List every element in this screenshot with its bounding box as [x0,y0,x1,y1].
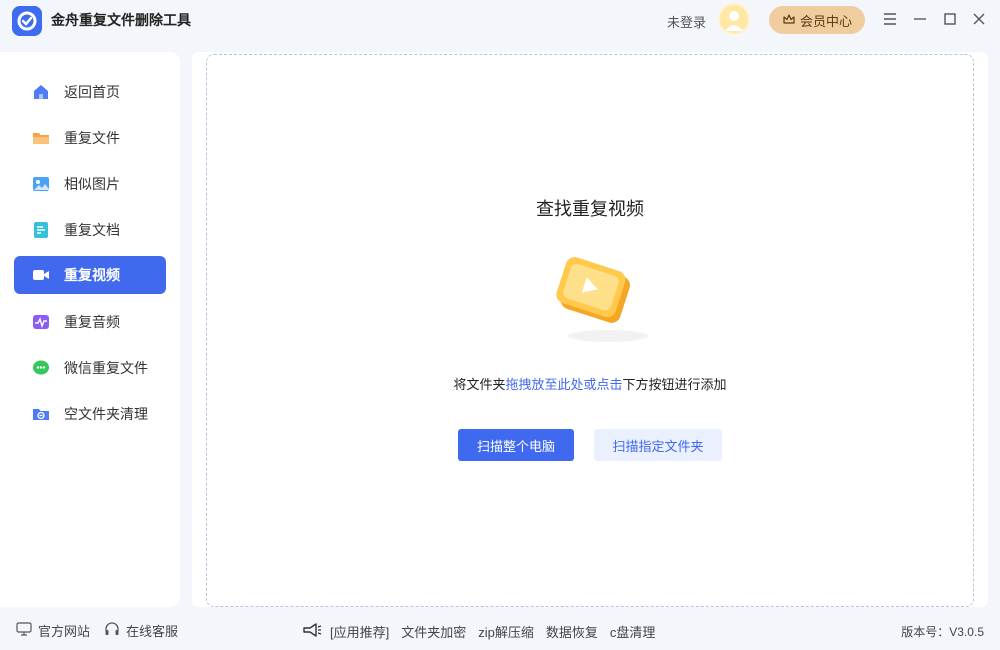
hint-prefix: 将文件夹 [453,377,506,392]
sidebar: 返回首页 重复文件 相似图片 重复文档 重复视频 重复音频 微信重复文件 空文件… [0,52,180,607]
close-icon[interactable] [970,10,988,28]
document-icon [32,221,50,239]
video-icon [32,266,50,284]
login-status[interactable]: 未登录 [667,12,706,31]
sidebar-item-label: 返回首页 [64,84,120,100]
scan-computer-button[interactable]: 扫描整个电脑 [458,429,574,461]
recommend-item-folder-encrypt[interactable]: 文件夹加密 [401,622,466,641]
app-title: 金舟重复文件删除工具 [51,12,191,28]
maximize-icon[interactable] [941,10,959,28]
page-title: 查找重复视频 [536,199,644,219]
official-website-label: 官方网站 [38,624,91,639]
headset-icon [104,621,120,640]
recommend-label: [应用推荐] [330,625,390,640]
sidebar-item-duplicate-audio[interactable]: 重复音频 [14,303,166,341]
sidebar-item-home[interactable]: 返回首页 [14,73,166,111]
sidebar-item-label: 重复视频 [64,267,120,283]
image-icon [32,175,50,193]
footer: 官方网站 在线客服 [应用推荐] 文件夹加密 zip解压缩 数据恢复 c盘清理 … [0,612,1000,650]
version-label: 版本号：V3.0.5 [901,625,984,639]
menu-icon[interactable] [881,10,899,28]
empty-folder-icon [32,405,50,423]
audio-icon [32,313,50,331]
sidebar-item-similar-images[interactable]: 相似图片 [14,165,166,203]
sidebar-item-duplicate-files[interactable]: 重复文件 [14,119,166,157]
video-illustration-icon [548,256,658,351]
official-website-link[interactable]: 官方网站 [16,621,90,640]
megaphone-icon [302,621,322,642]
sidebar-item-label: 重复文件 [64,130,120,146]
minimize-icon[interactable] [911,10,929,28]
monitor-icon [16,622,32,639]
app-logo-icon [12,6,42,36]
main-panel: 查找重复视频 将文件夹拖拽放至此处或点击下方按钮进行添加 扫描整个电脑 扫描指定… [192,52,988,607]
crown-icon [782,12,796,29]
vip-center-label: 会员中心 [799,13,852,29]
wechat-icon [32,359,50,377]
recommend-bar: [应用推荐] 文件夹加密 zip解压缩 数据恢复 c盘清理 [302,621,667,642]
hint-link[interactable]: 拖拽放至此处或点击 [505,377,622,392]
sidebar-item-duplicate-documents[interactable]: 重复文档 [14,211,166,249]
drop-hint: 将文件夹拖拽放至此处或点击下方按钮进行添加 [192,374,988,393]
home-icon [32,83,50,101]
online-service-link[interactable]: 在线客服 [104,621,178,640]
recommend-item-zip[interactable]: zip解压缩 [478,622,534,641]
sidebar-item-label: 相似图片 [64,176,120,192]
recommend-item-c-drive-clean[interactable]: c盘清理 [610,622,656,641]
recommend-item-data-recovery[interactable]: 数据恢复 [546,622,598,641]
sidebar-item-empty-folder-cleanup[interactable]: 空文件夹清理 [14,395,166,433]
sidebar-item-duplicate-videos[interactable]: 重复视频 [14,256,166,294]
folder-icon [32,129,50,147]
avatar[interactable] [718,3,750,35]
vip-center-button[interactable]: 会员中心 [769,6,865,34]
sidebar-item-wechat-duplicates[interactable]: 微信重复文件 [14,349,166,387]
online-service-label: 在线客服 [126,624,179,639]
sidebar-item-label: 重复文档 [64,222,120,238]
title-bar: 金舟重复文件删除工具 未登录 会员中心 [0,0,1000,40]
sidebar-item-label: 微信重复文件 [64,360,148,376]
hint-suffix: 下方按钮进行添加 [622,377,727,392]
sidebar-item-label: 重复音频 [64,314,120,330]
sidebar-item-label: 空文件夹清理 [64,406,148,422]
scan-folder-button[interactable]: 扫描指定文件夹 [594,429,722,461]
